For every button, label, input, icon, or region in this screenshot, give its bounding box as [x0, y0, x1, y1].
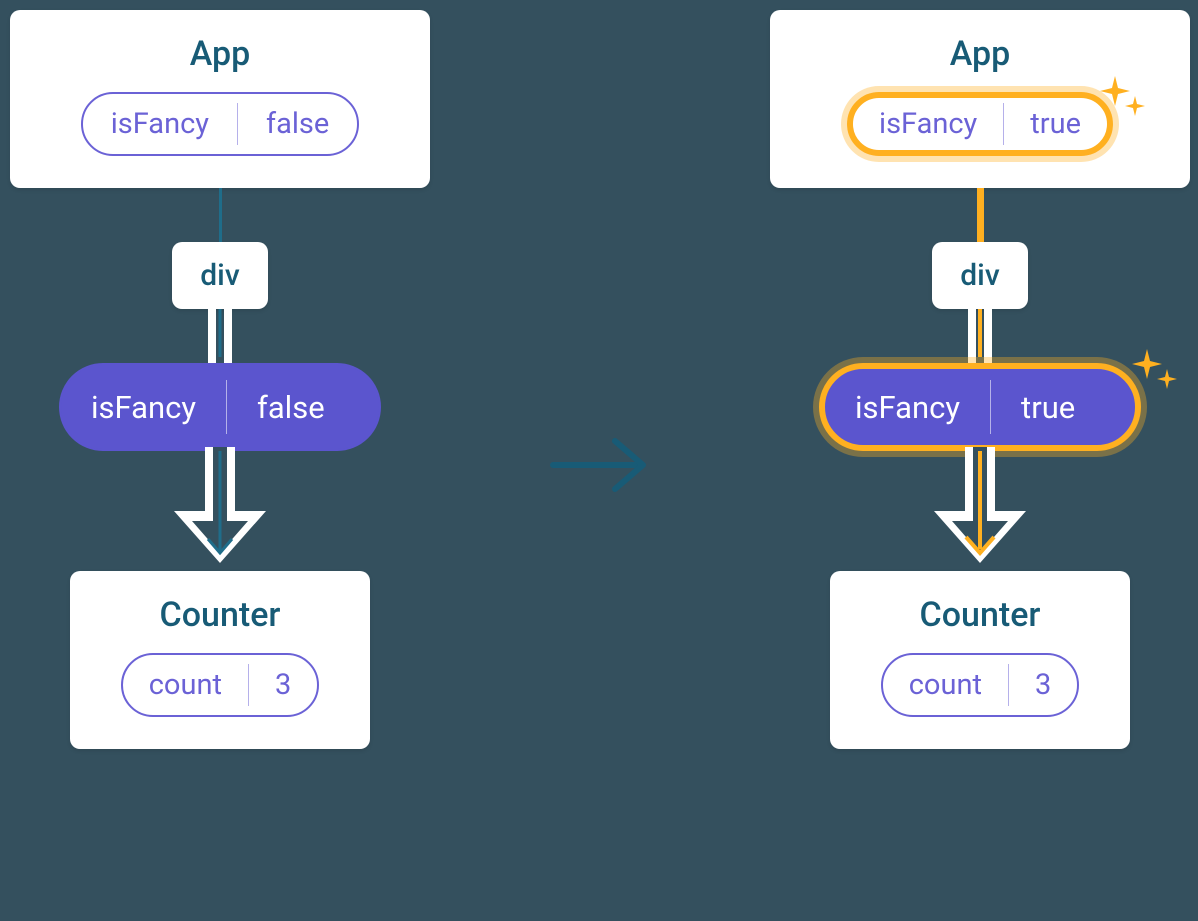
div-node-card: div — [932, 242, 1027, 309]
prop-key: isFancy — [61, 365, 226, 449]
prop-pill: isFancy false — [59, 363, 381, 451]
state-key: isFancy — [853, 98, 1003, 150]
state-key: count — [123, 655, 248, 715]
app-state-pill-highlighted: isFancy true — [847, 92, 1113, 156]
flow-arrow-highlighted-icon — [910, 447, 1050, 575]
app-state-pill: isFancy false — [81, 92, 360, 156]
state-value: 3 — [1009, 655, 1077, 715]
connector-line-highlighted — [977, 188, 984, 242]
tree-after: App isFancy true div isFancy true — [770, 10, 1190, 749]
app-component-card: App isFancy false — [10, 10, 430, 188]
state-value: 3 — [249, 655, 317, 715]
counter-component-card: Counter count 3 — [830, 571, 1130, 749]
app-title: App — [798, 34, 1162, 74]
transition-arrow-icon — [545, 425, 665, 505]
state-key: count — [883, 655, 1008, 715]
sparkle-icon — [1129, 347, 1179, 397]
tree-before: App isFancy false div isFancy false — [10, 10, 430, 749]
counter-state-pill: count 3 — [881, 653, 1080, 717]
state-key: isFancy — [83, 94, 237, 154]
sparkle-icon — [1097, 74, 1147, 124]
div-label: div — [200, 258, 239, 293]
counter-state-pill: count 3 — [121, 653, 320, 717]
div-label: div — [960, 258, 999, 293]
prop-value: false — [227, 365, 355, 449]
prop-pill-highlighted: isFancy true — [819, 363, 1141, 451]
counter-title: Counter — [98, 595, 342, 635]
prop-value: true — [991, 369, 1105, 445]
prop-key: isFancy — [825, 369, 990, 445]
counter-component-card: Counter count 3 — [70, 571, 370, 749]
app-title: App — [38, 34, 402, 74]
div-node-card: div — [172, 242, 267, 309]
counter-title: Counter — [858, 595, 1102, 635]
app-component-card: App isFancy true — [770, 10, 1190, 188]
connector-line — [219, 188, 222, 242]
prop-flow-arrow-highlighted-icon — [950, 307, 1010, 367]
state-value: true — [1004, 98, 1107, 150]
prop-flow-arrow-icon — [190, 307, 250, 367]
flow-arrow-icon — [150, 447, 290, 575]
state-value: false — [238, 94, 357, 154]
